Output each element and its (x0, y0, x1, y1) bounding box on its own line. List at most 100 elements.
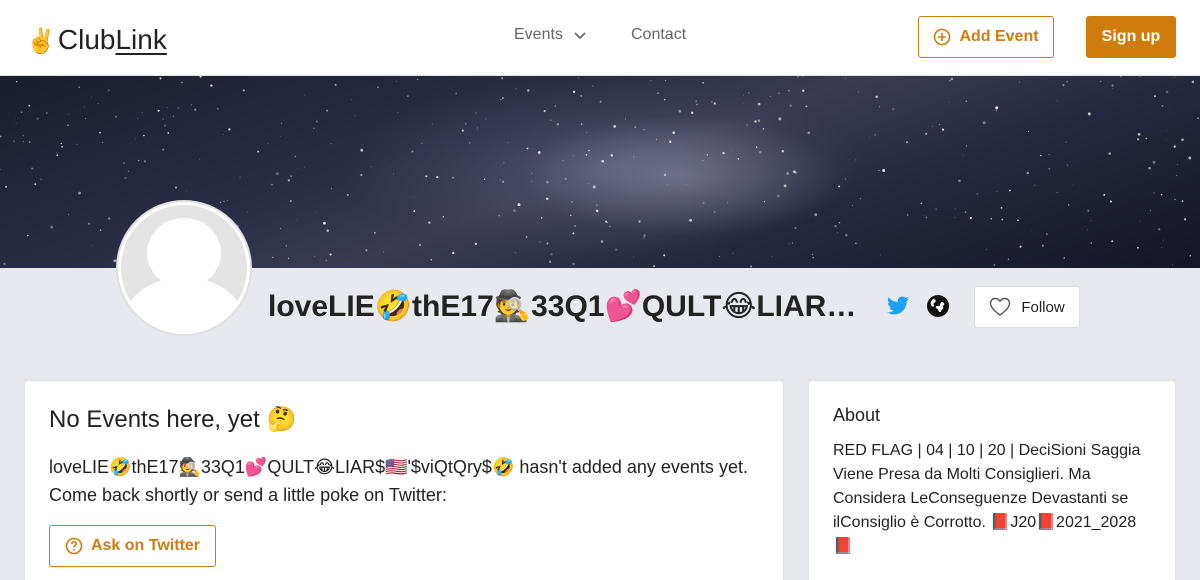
star (625, 118, 627, 120)
clublink-logo[interactable]: ✌️ Club Link (26, 20, 167, 56)
star (743, 103, 744, 104)
star (351, 99, 353, 101)
plus-circle-icon (934, 28, 951, 46)
star (585, 153, 588, 156)
profile-name: loveLIE🤣thE17🕵️33Q1💕QULT😂LIAR$🇺🇸'$viQtQr… (268, 290, 858, 323)
star (40, 178, 42, 181)
star (88, 222, 91, 225)
star (194, 108, 197, 111)
star (1152, 160, 1156, 164)
star (958, 179, 961, 183)
star (1160, 193, 1163, 196)
star (762, 128, 765, 130)
star (383, 251, 385, 253)
star (962, 154, 964, 156)
star (202, 82, 203, 84)
follow-button[interactable]: Follow (974, 286, 1080, 328)
star (354, 115, 356, 116)
star (834, 225, 837, 228)
star (601, 159, 605, 163)
star (1048, 167, 1051, 170)
star (411, 150, 414, 153)
star (216, 107, 219, 110)
star (279, 227, 281, 229)
star (1026, 171, 1030, 175)
star (1019, 245, 1022, 248)
sign-up-button[interactable]: Sign up (1086, 16, 1176, 58)
star (431, 123, 433, 125)
star (859, 198, 861, 200)
star (34, 183, 37, 186)
star (791, 242, 793, 244)
star (1090, 242, 1092, 244)
star (995, 106, 999, 110)
globe-icon[interactable] (926, 294, 950, 318)
star (605, 220, 608, 223)
star (326, 109, 329, 112)
star (22, 134, 24, 137)
star (757, 102, 761, 106)
star (84, 118, 86, 120)
star (315, 212, 316, 213)
star (976, 192, 979, 195)
star (1111, 87, 1113, 89)
star (615, 248, 618, 251)
star (313, 127, 315, 129)
star (377, 86, 379, 89)
star (107, 89, 110, 92)
star (1056, 192, 1058, 194)
twitter-icon[interactable] (886, 294, 910, 318)
star (905, 141, 909, 144)
star (1017, 219, 1019, 222)
heart-icon (990, 297, 1011, 316)
star (191, 104, 193, 106)
star (964, 211, 967, 214)
nav-events-dropdown[interactable]: Events (514, 26, 587, 44)
star (1009, 189, 1011, 192)
star (1019, 81, 1020, 83)
star (461, 129, 464, 132)
star (267, 142, 269, 144)
star (421, 142, 423, 144)
star (1174, 198, 1176, 201)
star (270, 183, 274, 186)
star (592, 85, 594, 87)
star (1087, 209, 1090, 212)
star (285, 244, 288, 247)
nav-contact-link[interactable]: Contact (631, 26, 686, 44)
star (28, 104, 31, 107)
star (1169, 109, 1170, 111)
star (653, 265, 655, 267)
star (550, 253, 553, 256)
star (732, 252, 734, 254)
star (875, 95, 878, 99)
ask-on-twitter-button[interactable]: Ask on Twitter (49, 525, 216, 567)
star (303, 166, 305, 168)
star (319, 259, 321, 260)
star (143, 160, 147, 163)
star (572, 90, 576, 94)
star (102, 142, 104, 143)
star (858, 91, 859, 93)
star (1153, 192, 1155, 194)
star (656, 138, 657, 140)
avatar-body-shape (121, 277, 247, 331)
add-event-button[interactable]: Add Event (918, 16, 1054, 58)
events-card-title: No Events here, yet 🤔 (49, 406, 297, 433)
star (713, 102, 716, 105)
star (287, 179, 290, 182)
star (428, 221, 431, 224)
question-circle-icon (65, 537, 83, 555)
star (1171, 264, 1174, 266)
star (13, 140, 15, 143)
star (880, 254, 881, 256)
star (686, 184, 688, 186)
about-card-title: About (833, 405, 881, 425)
star (56, 154, 59, 157)
star (749, 265, 753, 268)
star (812, 257, 814, 259)
star (1161, 105, 1164, 107)
star (134, 138, 136, 140)
star (802, 76, 804, 78)
star (531, 172, 533, 174)
